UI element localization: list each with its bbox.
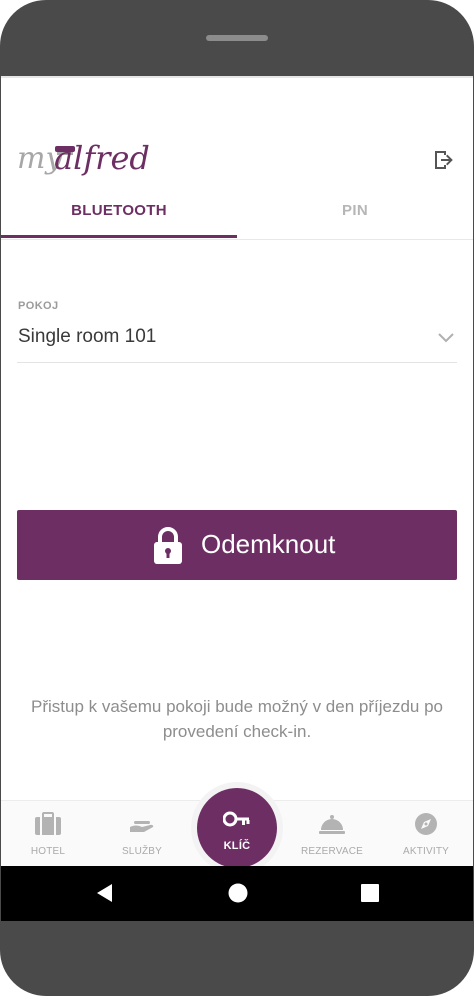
back-icon[interactable] bbox=[94, 882, 116, 904]
unlock-button[interactable]: Odemknout bbox=[17, 510, 457, 580]
tab-pin[interactable]: PIN bbox=[237, 193, 473, 237]
svg-text:alfred: alfred bbox=[54, 139, 150, 177]
nav-label-services: SLUŽBY bbox=[121, 846, 163, 857]
nav-item-activities[interactable]: AKTIVITY bbox=[379, 801, 473, 866]
active-tab-indicator bbox=[1, 235, 237, 238]
nav-item-reservation[interactable]: REZERVACE bbox=[285, 801, 379, 866]
nav-label-hotel: HOTEL bbox=[30, 846, 66, 857]
speaker-grille bbox=[206, 35, 268, 41]
lock-icon bbox=[154, 527, 182, 564]
nav-label-reservation: REZERVACE bbox=[300, 846, 363, 857]
suitcase-icon bbox=[35, 812, 61, 835]
compass-icon bbox=[415, 813, 437, 835]
tab-bar: BLUETOOTH PIN bbox=[1, 193, 473, 240]
key-icon bbox=[223, 811, 250, 827]
nav-item-services[interactable]: SLUŽBY bbox=[95, 801, 189, 866]
nav-label-key: KLÍČ bbox=[223, 840, 251, 852]
system-navigation-bar bbox=[1, 866, 473, 921]
myalfred-logo: myalfred my alfred bbox=[17, 139, 150, 177]
nav-item-key[interactable]: KLÍČ bbox=[197, 788, 277, 866]
status-divider bbox=[1, 76, 473, 78]
hand-tray-icon bbox=[130, 821, 154, 832]
access-info-text: Přistup k vašemu pokoji bude možný v den… bbox=[30, 697, 443, 741]
app-screen: myalfred my alfred BLUETOOTH PIN POKOJ S… bbox=[1, 76, 473, 866]
chevron-down-icon bbox=[438, 333, 454, 343]
home-icon[interactable] bbox=[227, 882, 249, 904]
phone-frame: myalfred my alfred BLUETOOTH PIN POKOJ S… bbox=[0, 0, 474, 996]
nav-label-activities: AKTIVITY bbox=[402, 846, 450, 857]
room-select-value: Single room 101 bbox=[18, 326, 157, 347]
tab-bluetooth[interactable]: BLUETOOTH bbox=[1, 193, 237, 237]
nav-item-hotel[interactable]: HOTEL bbox=[1, 801, 95, 866]
unlock-button-label: Odemknout bbox=[201, 529, 336, 559]
logout-icon[interactable] bbox=[431, 148, 455, 172]
room-select[interactable]: Single room 101 bbox=[17, 322, 457, 363]
cloche-icon bbox=[319, 815, 345, 834]
room-field-label: POKOJ bbox=[18, 300, 59, 312]
top-bezel bbox=[0, 0, 474, 76]
recents-icon[interactable] bbox=[360, 883, 380, 903]
